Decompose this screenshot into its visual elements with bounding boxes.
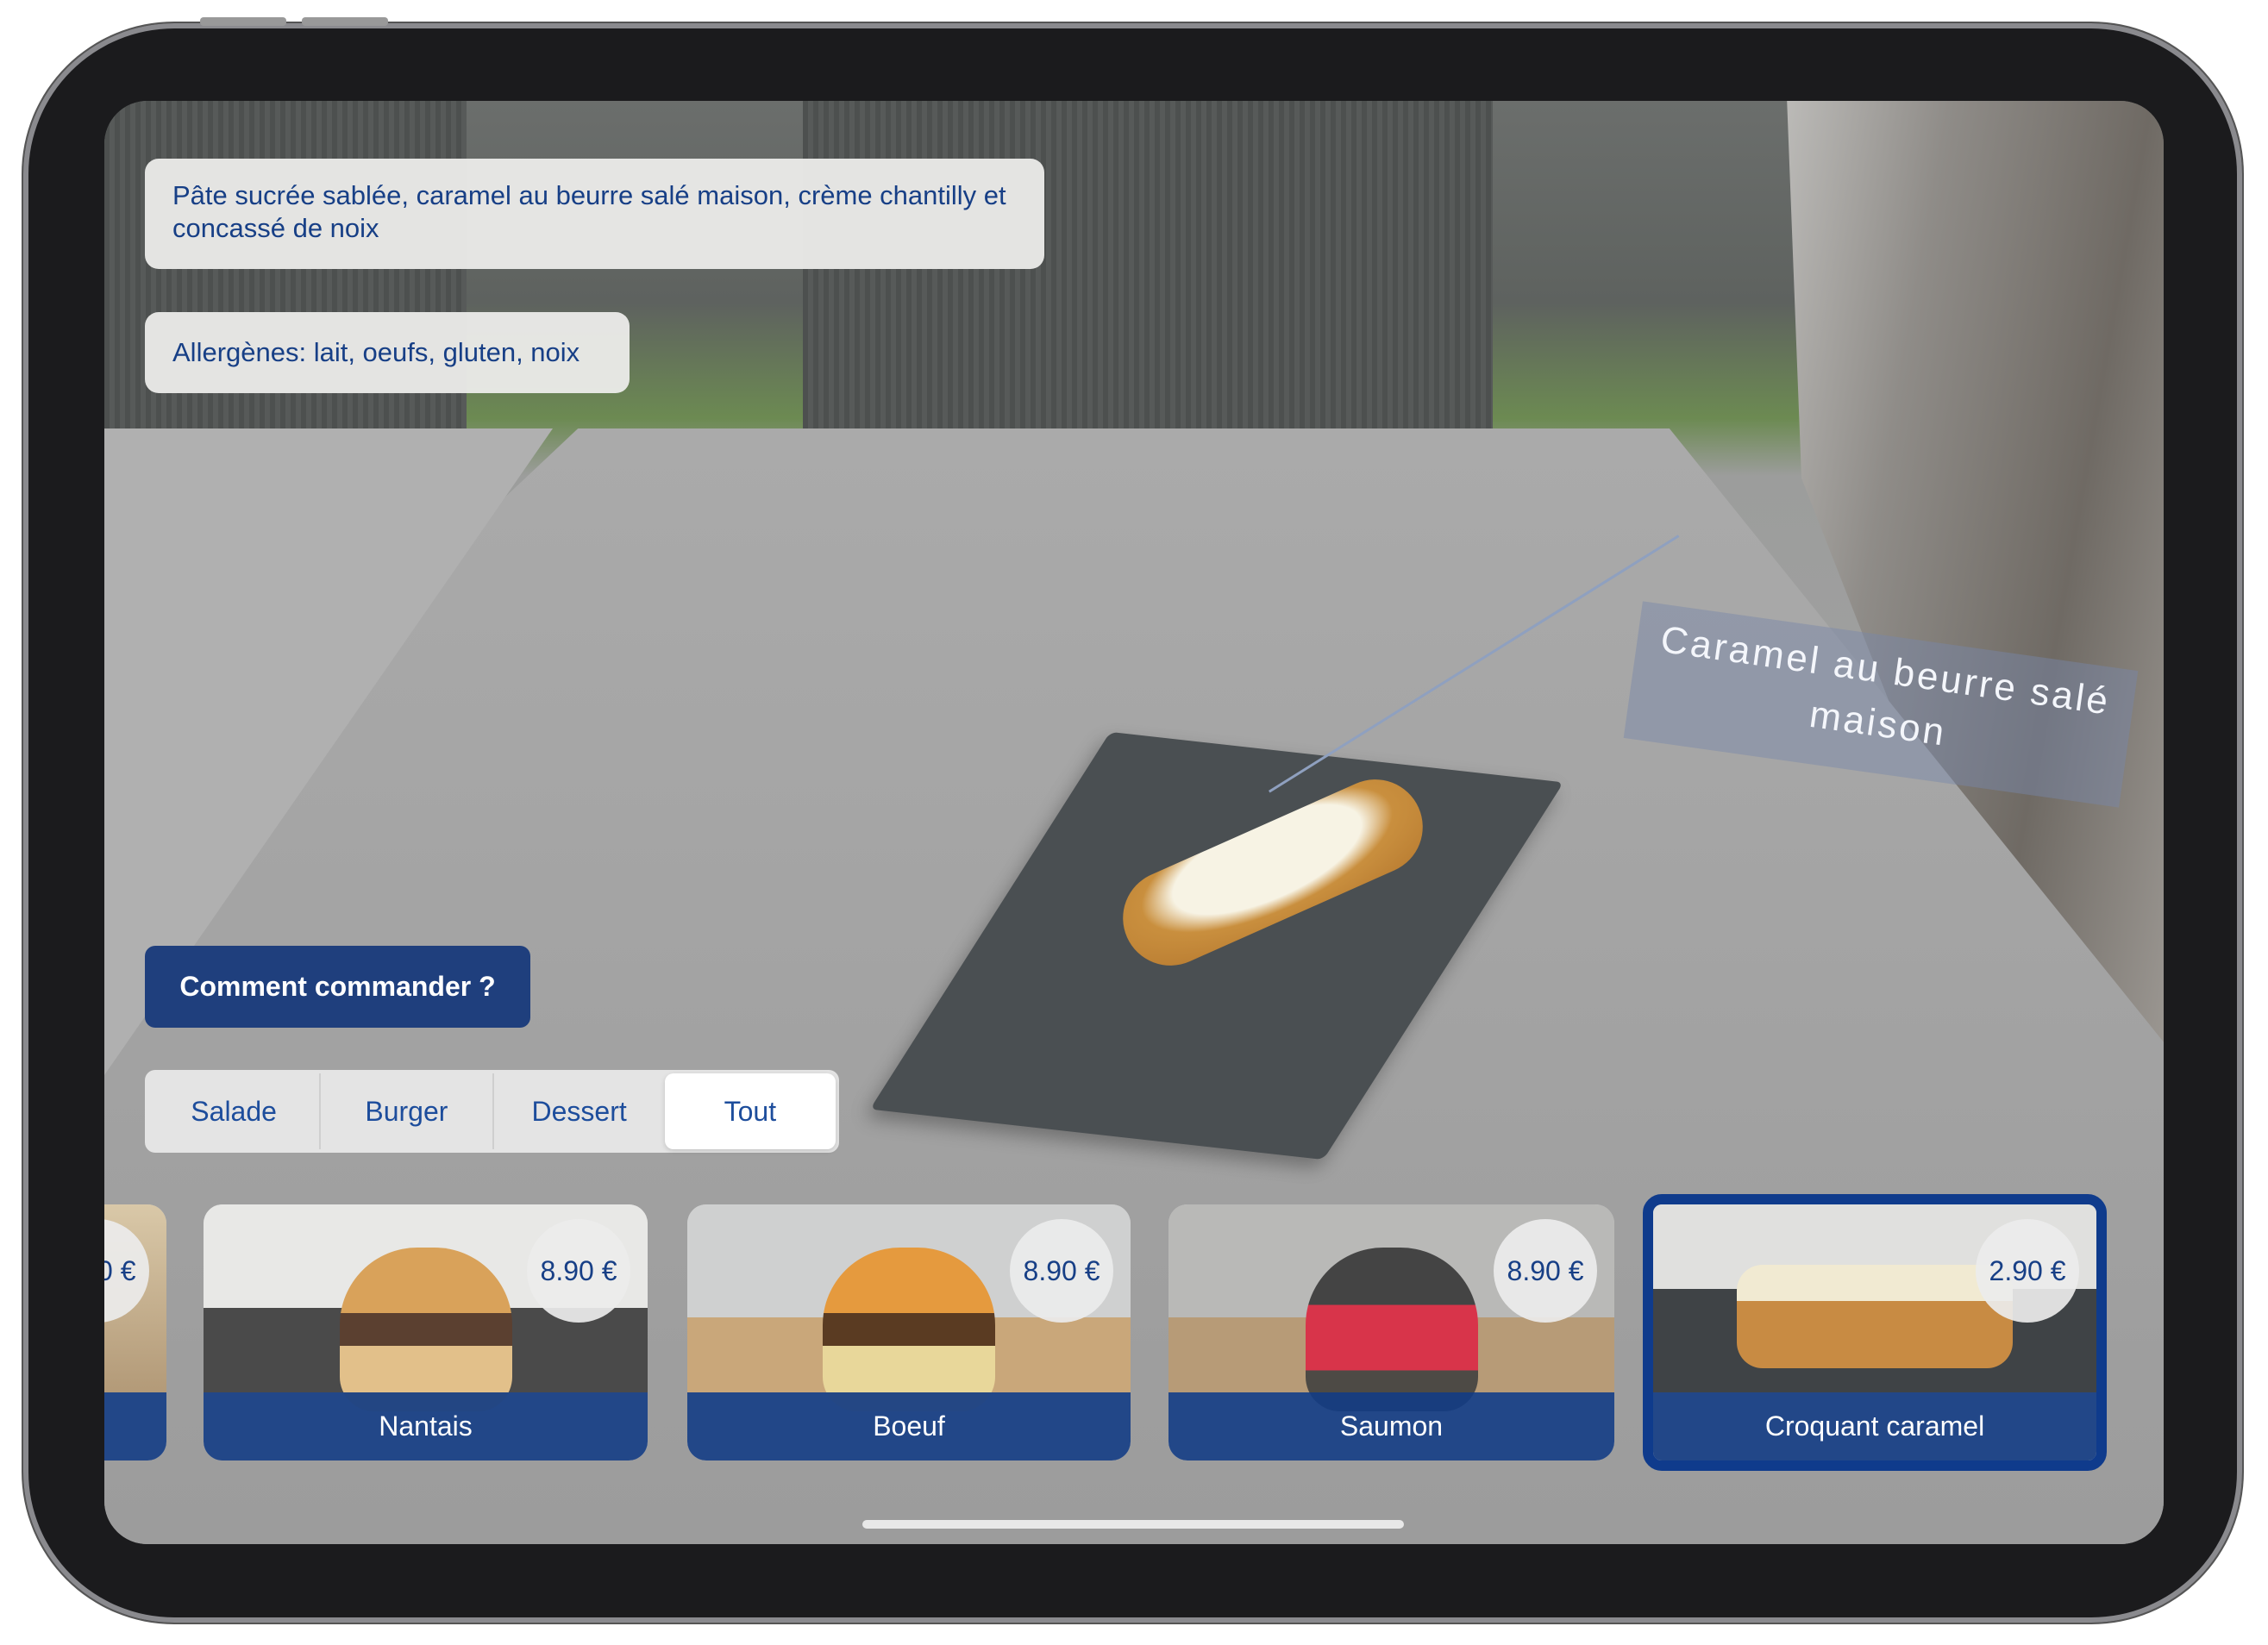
category-tab-burger[interactable]: Burger [321,1073,494,1149]
menu-card-name: Boeuf [687,1392,1131,1460]
burger-image [823,1248,995,1411]
menu-card-name: Saumon [1168,1392,1614,1460]
menu-card-name [104,1392,166,1460]
dessert-image [1737,1265,2013,1368]
burger-image [1305,1248,1478,1411]
menu-card-nantais[interactable]: 8.90 € Nantais [204,1204,648,1460]
ar-camera-view[interactable]: Caramel au beurre salé maison Pâte sucré… [104,101,2164,1544]
background-chair [803,101,1493,446]
menu-card-name: Nantais [204,1392,648,1460]
menu-card-price: 8.90 € [1494,1219,1597,1323]
menu-card-boeuf[interactable]: 8.90 € Boeuf [687,1204,1131,1460]
category-tab-tout[interactable]: Tout [664,1073,836,1149]
product-description: Pâte sucrée sablée, caramel au beurre sa… [145,159,1044,269]
volume-button [200,17,286,26]
category-segmented-control: Salade Burger Dessert Tout [145,1070,839,1153]
menu-card-price: 8.90 € [1010,1219,1113,1323]
background-chair [104,101,467,463]
home-indicator[interactable] [862,1520,1404,1529]
menu-card-price: 8.90 € [527,1219,630,1323]
how-to-order-button[interactable]: Comment commander ? [145,946,530,1028]
volume-button [302,17,388,26]
category-tab-salade[interactable]: Salade [148,1073,322,1149]
menu-card-price: 2.90 € [1976,1219,2079,1323]
category-tab-dessert[interactable]: Dessert [494,1073,665,1149]
menu-card-saumon[interactable]: 8.90 € Saumon [1168,1204,1614,1460]
menu-card[interactable]: 8.90 € [104,1204,166,1460]
menu-card-croquant-caramel[interactable]: 2.90 € Croquant caramel [1643,1194,2107,1471]
allergens-info: Allergènes: lait, oeufs, gluten, noix [145,312,630,393]
menu-card-name: Croquant caramel [1653,1392,2096,1460]
burger-image [339,1248,512,1411]
